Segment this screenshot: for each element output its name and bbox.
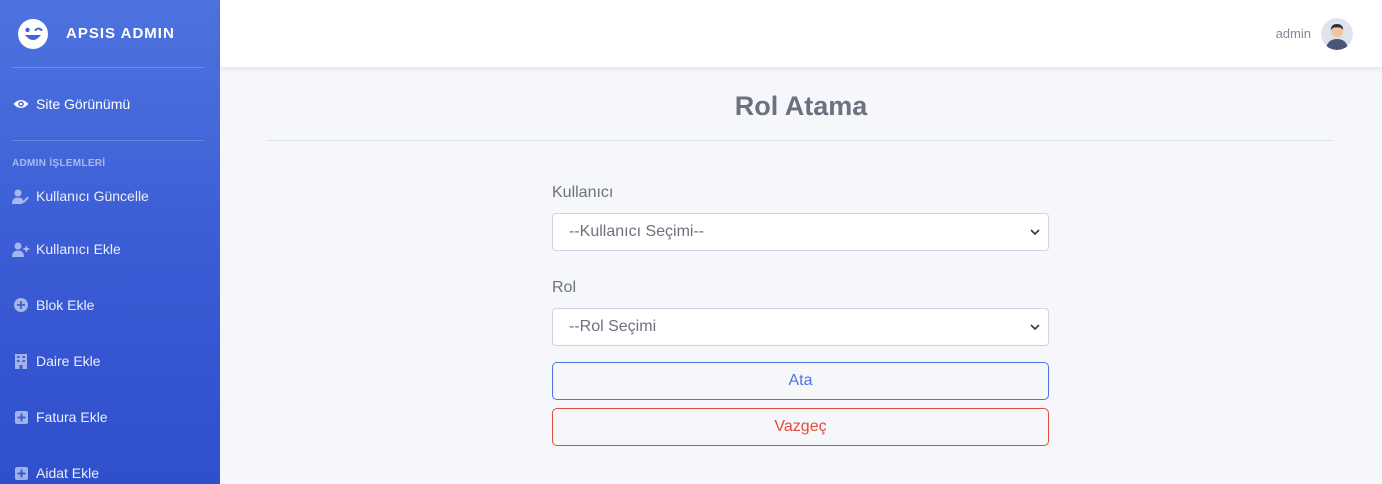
user-select[interactable]: --Kullanıcı Seçimi-- <box>552 213 1049 251</box>
main-content: Rol Atama Kullanıcı --Kullanıcı Seçimi--… <box>220 67 1382 484</box>
eye-icon <box>12 96 30 112</box>
user-select-value: --Kullanıcı Seçimi-- <box>569 223 705 240</box>
role-assign-form: Kullanıcı --Kullanıcı Seçimi-- Rol --Rol… <box>552 184 1049 446</box>
plus-circle-icon <box>12 297 30 313</box>
user-name[interactable]: admin <box>1276 26 1311 41</box>
sidebar-item-label: Kullanıcı Güncelle <box>36 188 149 204</box>
sidebar-item-label: Kullanıcı Ekle <box>36 241 121 257</box>
assign-button[interactable]: Ata <box>552 362 1049 400</box>
sidebar-item-block-add[interactable]: Blok Ekle <box>0 277 220 333</box>
sidebar-item-label: Daire Ekle <box>36 353 101 369</box>
plus-square-icon <box>12 465 30 481</box>
topbar: admin <box>220 0 1382 67</box>
role-select[interactable]: --Rol Seçimi <box>552 308 1049 346</box>
user-plus-icon <box>12 241 30 257</box>
brand-name: APSIS ADMIN <box>66 25 175 42</box>
sidebar-item-site-view[interactable]: Site Görünümü <box>0 68 220 140</box>
sidebar-item-apartment-add[interactable]: Daire Ekle <box>0 333 220 389</box>
sidebar-heading: ADMIN İŞLEMLERİ <box>12 158 106 169</box>
sidebar: APSIS ADMIN Site Görünümü ADMIN İŞLEMLER… <box>0 0 220 484</box>
sidebar-brand[interactable]: APSIS ADMIN <box>0 0 220 67</box>
building-icon <box>12 353 30 369</box>
user-label: Kullanıcı <box>552 184 614 201</box>
chevron-down-icon <box>1030 318 1040 336</box>
role-select-value: --Rol Seçimi <box>569 318 657 335</box>
page-title: Rol Atama <box>734 91 868 121</box>
chevron-down-icon <box>1030 223 1040 241</box>
user-edit-icon <box>12 188 30 204</box>
sidebar-item-user-update[interactable]: Kullanıcı Güncelle <box>0 171 220 221</box>
sidebar-item-label: Aidat Ekle <box>36 465 100 481</box>
sidebar-item-label: Site Görünümü <box>36 96 131 112</box>
avatar[interactable] <box>1321 17 1353 50</box>
sidebar-item-dues-add[interactable]: Aidat Ekle <box>0 445 220 484</box>
title-divider <box>268 140 1333 141</box>
cancel-button[interactable]: Vazgeç <box>552 408 1049 446</box>
sidebar-item-label: Blok Ekle <box>36 297 95 313</box>
laugh-wink-icon <box>17 18 49 50</box>
sidebar-item-label: Fatura Ekle <box>36 409 108 425</box>
plus-square-icon <box>12 409 30 425</box>
role-label: Rol <box>552 279 577 296</box>
sidebar-item-user-add[interactable]: Kullanıcı Ekle <box>0 221 220 277</box>
sidebar-item-invoice-add[interactable]: Fatura Ekle <box>0 389 220 445</box>
